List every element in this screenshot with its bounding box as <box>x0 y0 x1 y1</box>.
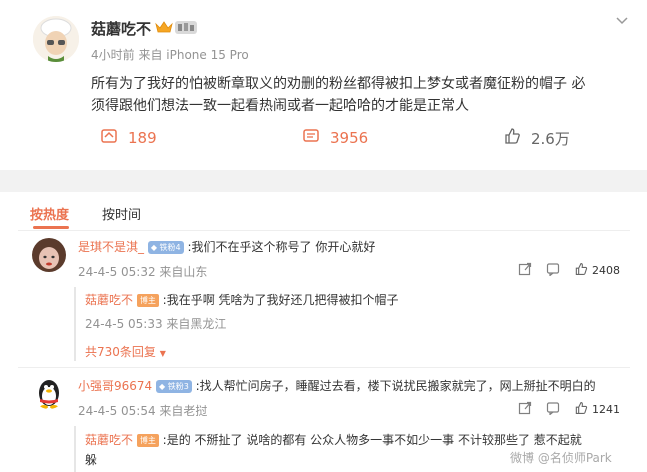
reply-author-name[interactable]: 菇蘑吃不 <box>85 293 133 307</box>
comment-text: :找人帮忙问房子，睡醒过去看，楼下说扰民搬家就完了，网上掰扯不明白的 <box>195 379 596 393</box>
comment-meta: 24-4-5 05:54 来自老挝 <box>78 404 208 418</box>
comment-row: 小强哥96674 ◆ 铁粉3 :找人帮忙问房子，睡醒过去看，楼下说扰民搬家就完了… <box>78 377 596 394</box>
author-avatar[interactable] <box>33 16 79 62</box>
comment-row: 是琪不是淇_ ◆ 铁粉4 :我们不在乎这个称号了 你开心就好 <box>78 238 375 255</box>
reply-row: 菇蘑吃不 博主 :我在乎啊 凭啥为了我好还几把得被扣个帽子 <box>85 291 399 308</box>
fan-level-badge: ◆ 铁粉4 <box>147 241 184 254</box>
post-text: 所有为了我好的怕被断章取义的劝删的粉丝都得被扣上梦女或者魔征粉的帽子 必 须得跟… <box>91 73 631 117</box>
like-count: 2.6万 <box>531 129 570 148</box>
thumbs-up-icon <box>503 127 521 149</box>
comment-actions: 1241 <box>518 401 620 418</box>
share-icon[interactable] <box>518 262 532 279</box>
comment-like-button[interactable]: 2408 <box>574 262 620 279</box>
tab-sort-time-label: 按时间 <box>102 208 142 223</box>
tab-sort-hot-label: 按热度 <box>30 208 70 223</box>
fan-level-badge: ◆ 铁粉3 <box>156 380 192 393</box>
comment-icon <box>302 127 320 149</box>
reply-icon[interactable] <box>546 262 560 279</box>
post-text-line1: 所有为了我好的怕被断章取义的劝删的粉丝都得被扣上梦女或者魔征粉的帽子 必 <box>91 76 586 92</box>
share-icon[interactable] <box>518 401 532 418</box>
tab-sort-time[interactable]: 按时间 <box>102 204 141 223</box>
more-replies-link[interactable]: 共730条回复 ▼ <box>85 343 166 360</box>
comment-text: :我们不在乎这个称号了 你开心就好 <box>187 240 376 254</box>
reply-icon[interactable] <box>546 401 560 418</box>
like-button[interactable]: 2.6万 <box>503 127 570 149</box>
diamond-icon: ◆ <box>159 382 166 391</box>
commenter-avatar[interactable] <box>32 375 66 409</box>
author-name-text[interactable]: 菇蘑吃不 <box>91 20 151 38</box>
watermark-text: 微博 @名侦师Park <box>510 451 612 465</box>
tabs-divider <box>18 230 630 231</box>
reply-author-name[interactable]: 菇蘑吃不 <box>85 433 133 447</box>
post-time-source: 4小时前 来自 iPhone 15 Pro <box>91 48 249 62</box>
reply-text-line1: :是的 不掰扯了 说啥的都有 公众人物多一事不如少一事 不计较那些了 惹不起就 <box>162 433 582 447</box>
badge-icon <box>175 21 197 34</box>
thumbs-up-icon <box>574 401 588 418</box>
tab-sort-hot-underline <box>33 226 69 229</box>
caret-down-icon: ▼ <box>159 349 166 358</box>
watermark: 微博 @名侦师Park <box>510 449 612 466</box>
comment-actions: 2408 <box>518 262 620 279</box>
tab-sort-hot[interactable]: 按热度 <box>30 204 69 223</box>
reply-text: :我在乎啊 凭啥为了我好还几把得被扣个帽子 <box>162 293 399 307</box>
author-badge: 博主 <box>136 434 159 447</box>
comment-count: 3956 <box>330 129 369 147</box>
commenter-name[interactable]: 小强哥96674 <box>78 379 152 393</box>
repost-count: 189 <box>128 129 157 147</box>
comment-like-button[interactable]: 1241 <box>574 401 620 418</box>
repost-icon <box>100 127 118 149</box>
more-replies-text: 共730条回复 <box>85 345 156 359</box>
fan-level-text: 铁粉3 <box>167 382 189 391</box>
post-text-line2: 须得跟他们想法一致一起看热闹或者一起哈哈的才能是正常人 <box>91 98 469 114</box>
repost-button[interactable]: 189 <box>100 127 157 149</box>
chevron-down-icon[interactable] <box>614 12 630 28</box>
thumbs-up-icon <box>574 262 588 279</box>
commenter-avatar[interactable] <box>32 238 66 272</box>
reply-thread-line <box>74 426 76 472</box>
author-badge: 博主 <box>136 294 159 307</box>
comment-like-count: 2408 <box>592 264 620 277</box>
fan-level-text: 铁粉4 <box>159 243 181 252</box>
vip-crown-icon <box>155 20 173 38</box>
commenter-name[interactable]: 是琪不是淇_ <box>78 240 144 254</box>
diamond-icon: ◆ <box>150 243 157 252</box>
comments-divider <box>18 367 630 368</box>
comment-like-count: 1241 <box>592 403 620 416</box>
reply-thread-line <box>74 287 76 361</box>
comment-button[interactable]: 3956 <box>302 127 368 149</box>
reply-meta: 24-4-5 05:33 来自黑龙江 <box>85 317 227 331</box>
author-name[interactable]: 菇蘑吃不 <box>91 18 151 39</box>
section-divider <box>0 170 647 192</box>
comment-meta: 24-4-5 05:32 来自山东 <box>78 265 208 279</box>
